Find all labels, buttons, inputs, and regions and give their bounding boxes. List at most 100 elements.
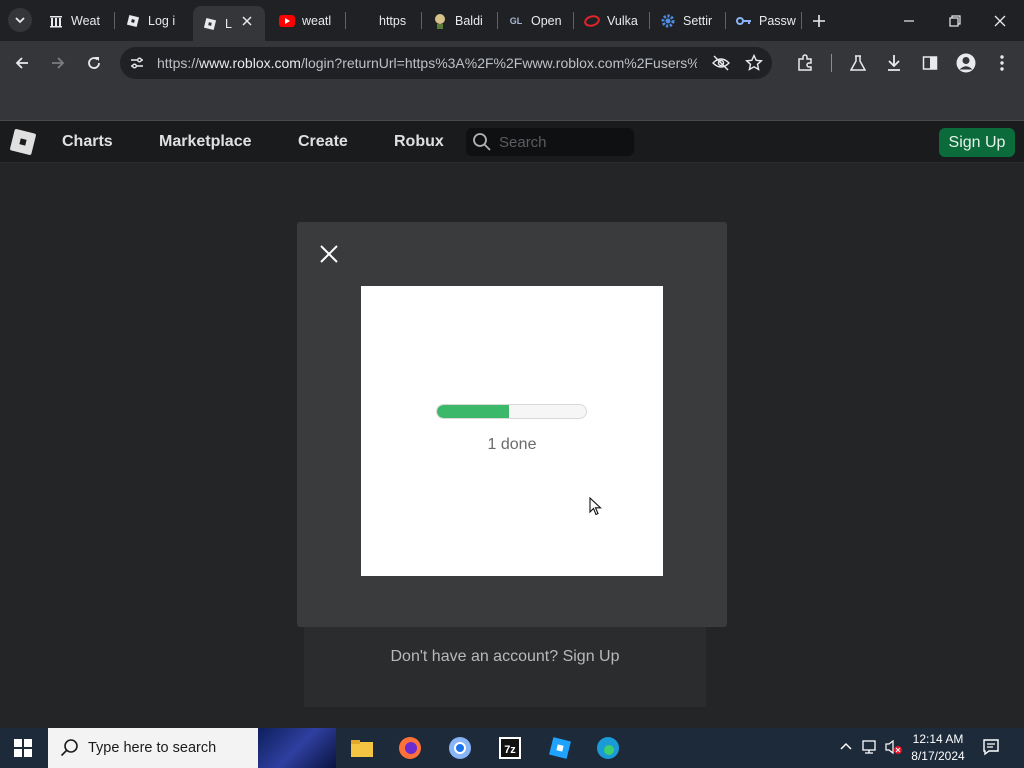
side-panel-icon	[922, 56, 938, 70]
side-panel-button[interactable]	[920, 53, 940, 73]
window-close-button[interactable]	[991, 12, 1009, 30]
eye-off-icon[interactable]	[712, 55, 730, 76]
tab-title: L	[225, 16, 232, 31]
clock-date[interactable]: 8/17/2024	[905, 749, 971, 763]
tab-settings[interactable]: Settir	[660, 6, 720, 35]
tab-divider	[345, 12, 346, 29]
address-bar[interactable]: https://www.roblox.com/login?returnUrl=h…	[120, 47, 772, 79]
nav-marketplace[interactable]: Marketplace	[159, 133, 252, 151]
chrome-icon[interactable]	[448, 736, 472, 760]
profile-button[interactable]	[956, 53, 976, 73]
taskbar-search-placeholder: Type here to search	[88, 740, 217, 756]
reload-button[interactable]	[84, 53, 104, 73]
nav-robux[interactable]: Robux	[394, 133, 444, 151]
opera-icon	[584, 13, 600, 29]
show-hidden-icons-button[interactable]	[840, 740, 852, 758]
roblox-logo-icon[interactable]	[8, 127, 38, 157]
flask-icon	[850, 55, 866, 71]
restore-button[interactable]	[946, 12, 964, 30]
back-arrow-icon	[15, 57, 28, 69]
file-explorer-icon[interactable]	[350, 737, 374, 759]
network-icon[interactable]	[862, 739, 880, 760]
minimize-icon	[904, 20, 914, 22]
minimize-button[interactable]	[900, 12, 918, 30]
tab-opengl[interactable]: GL Open	[508, 6, 568, 35]
columns-icon	[48, 13, 64, 29]
search-icon	[60, 739, 78, 757]
puzzle-icon	[798, 54, 812, 71]
forward-button[interactable]	[48, 53, 68, 73]
signup-button[interactable]: Sign Up	[939, 128, 1015, 157]
roblox-header: Charts Marketplace Create Robux Search S…	[0, 121, 1024, 163]
tab-youtube[interactable]: weatl	[279, 6, 339, 35]
tab-roblox-login[interactable]: Log i	[125, 6, 183, 35]
roblox-studio-icon[interactable]	[548, 736, 572, 760]
search-placeholder: Search	[499, 134, 547, 151]
modal-close-button[interactable]	[319, 244, 339, 264]
tab-title: Weat	[71, 13, 100, 28]
signup-prompt-text[interactable]: Don't have an account? Sign Up	[304, 648, 706, 666]
start-button[interactable]	[14, 739, 32, 762]
gear-icon	[660, 13, 676, 29]
tab-roblox-active[interactable]: L	[193, 6, 265, 41]
volume-muted-icon[interactable]	[884, 739, 904, 760]
labs-button[interactable]	[848, 53, 868, 73]
kebab-menu-icon	[1000, 55, 1004, 71]
tab-title: Passw	[759, 13, 796, 28]
menu-button[interactable]	[992, 53, 1012, 73]
tab-close-icon[interactable]	[241, 15, 253, 27]
roblox-icon	[125, 13, 141, 29]
back-button[interactable]	[12, 53, 32, 73]
signup-prompt-card: Don't have an account? Sign Up	[304, 624, 706, 707]
bookmark-star-icon[interactable]	[744, 53, 764, 77]
new-tab-button[interactable]	[810, 12, 828, 30]
downloads-button[interactable]	[884, 53, 904, 73]
tab-weather[interactable]: Weat	[48, 6, 108, 35]
tab-baldi[interactable]: Baldi	[432, 6, 492, 35]
progress-bar	[436, 404, 587, 419]
tab-title: Open	[531, 13, 562, 28]
7zip-icon[interactable]: 7z	[498, 736, 522, 760]
tab-divider	[114, 12, 115, 29]
plus-icon	[813, 15, 825, 27]
gl-icon: GL	[509, 15, 523, 26]
tab-title: Vulka	[607, 13, 638, 28]
svg-text:7z: 7z	[504, 744, 516, 756]
notification-icon	[983, 739, 999, 756]
tab-title: Settir	[683, 13, 713, 28]
firefox-icon[interactable]	[398, 736, 422, 760]
toolbar-divider	[831, 54, 832, 72]
tab-search-button[interactable]	[8, 8, 32, 32]
mouse-cursor-icon	[589, 497, 602, 516]
tab-divider	[801, 12, 802, 29]
browser-toolbar: https://www.roblox.com/login?returnUrl=h…	[0, 41, 1024, 85]
tab-https[interactable]: https	[356, 6, 416, 35]
forward-arrow-icon	[52, 57, 65, 69]
search-input[interactable]: Search	[466, 128, 634, 156]
clock-time[interactable]: 12:14 AM	[905, 732, 971, 746]
extensions-button[interactable]	[795, 53, 815, 73]
nav-charts[interactable]: Charts	[62, 133, 113, 151]
tab-title: Baldi	[455, 13, 483, 28]
baldi-icon	[432, 13, 448, 29]
tab-divider	[725, 12, 726, 29]
search-highlight-image	[258, 728, 336, 768]
nav-create[interactable]: Create	[298, 133, 348, 151]
restore-icon	[949, 15, 961, 27]
taskbar-search-box[interactable]: Type here to search	[48, 728, 336, 768]
site-info-icon[interactable]	[129, 55, 145, 76]
tab-passwords[interactable]: Passw	[736, 6, 796, 35]
chevron-down-icon	[15, 16, 25, 23]
verification-modal: 1 done	[297, 222, 727, 627]
url-host: www.roblox.com	[199, 55, 301, 71]
notification-center-button[interactable]	[982, 738, 1000, 761]
url-path: /login?returnUrl=https%3A%2F%2Fwww.roblo…	[300, 55, 697, 71]
tab-divider	[649, 12, 650, 29]
tab-vulkan[interactable]: Vulka	[584, 6, 644, 35]
tab-title: Log i	[148, 13, 176, 28]
youtube-icon	[279, 13, 295, 29]
edge-icon[interactable]	[596, 736, 620, 760]
tab-title: https	[379, 13, 407, 28]
chevron-up-icon	[840, 742, 852, 750]
tab-divider	[497, 12, 498, 29]
